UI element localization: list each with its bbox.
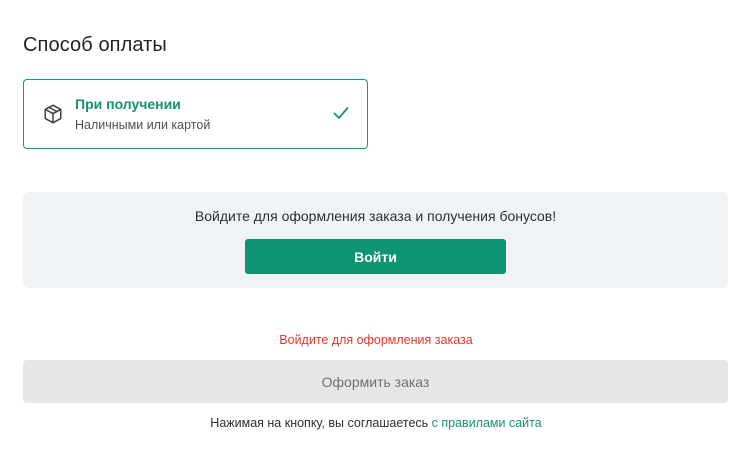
site-rules-link[interactable]: с правилами сайта [432, 416, 542, 430]
login-required-warning: Войдите для оформления заказа [279, 333, 473, 347]
agreement-text: Нажимая на кнопку, вы соглашаетесь с пра… [0, 416, 752, 430]
payment-option-title: При получении [75, 96, 181, 112]
login-prompt-panel: Войдите для оформления заказа и получени… [23, 192, 728, 288]
login-button[interactable]: Войти [245, 239, 506, 274]
check-icon [333, 107, 349, 119]
agreement-prefix: Нажимая на кнопку, вы соглашаетесь [210, 416, 432, 430]
login-prompt-text: Войдите для оформления заказа и получени… [194, 208, 557, 224]
payment-option-on-delivery[interactable]: При получении Наличными или картой [23, 79, 368, 149]
place-order-button[interactable]: Оформить заказ [23, 360, 728, 403]
payment-option-subtitle: Наличными или картой [75, 118, 211, 132]
checkout-page: Способ оплаты При получении Наличными ил… [0, 0, 752, 461]
package-box-icon [44, 104, 62, 124]
payment-section-title: Способ оплаты [23, 34, 167, 56]
